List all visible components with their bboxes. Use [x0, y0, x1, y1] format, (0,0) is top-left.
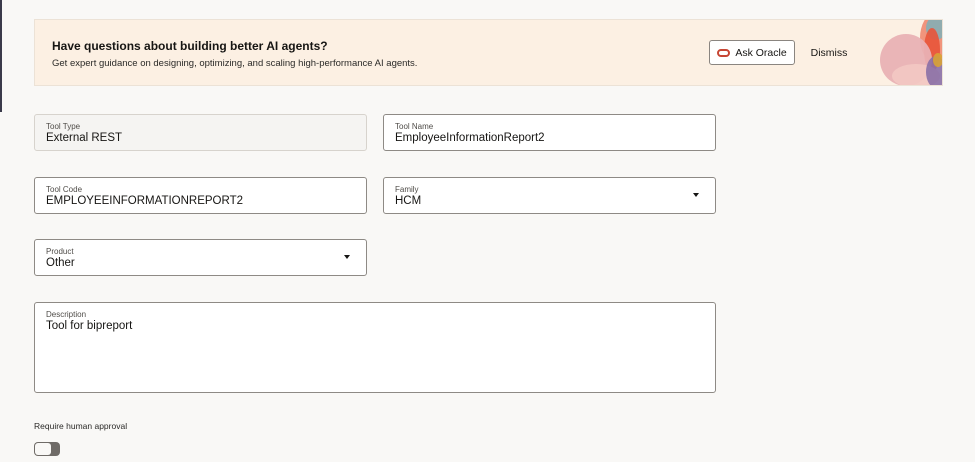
left-edge-divider	[0, 0, 2, 112]
decorative-flower-art	[876, 20, 942, 85]
tool-code-value: EMPLOYEEINFORMATIONREPORT2	[46, 195, 244, 207]
family-value: HCM	[395, 195, 422, 207]
tool-type-label: Tool Type	[46, 122, 81, 131]
description-textarea[interactable]: Description Tool for bipreport	[34, 302, 716, 393]
page: Have questions about building better AI …	[0, 0, 975, 462]
tool-name-label: Tool Name	[395, 122, 434, 131]
product-value: Other	[46, 257, 75, 269]
banner-subtitle: Get expert guidance on designing, optimi…	[52, 58, 418, 69]
product-label: Product	[46, 247, 74, 256]
description-label: Description	[46, 310, 87, 319]
chevron-down-icon[interactable]	[693, 193, 699, 197]
product-select[interactable]: Product Other	[34, 239, 367, 276]
family-select[interactable]: Family HCM	[383, 177, 716, 214]
family-label: Family	[395, 185, 419, 194]
tool-name-value: EmployeeInformationReport2	[395, 132, 545, 144]
description-value: Tool for bipreport	[46, 320, 133, 332]
oracle-logo-icon	[717, 48, 731, 57]
tool-code-input[interactable]: Tool Code EMPLOYEEINFORMATIONREPORT2	[34, 177, 367, 214]
require-approval-label: Require human approval	[34, 421, 128, 431]
tool-type-field: Tool Type External REST	[34, 114, 367, 151]
ask-oracle-label: Ask Oracle	[735, 46, 787, 59]
toggle-knob	[35, 443, 51, 455]
promo-banner: Have questions about building better AI …	[34, 19, 943, 86]
tool-code-label: Tool Code	[46, 185, 83, 194]
require-approval-toggle[interactable]	[34, 442, 60, 456]
ask-oracle-button[interactable]: Ask Oracle	[709, 40, 795, 65]
tool-name-input[interactable]: Tool Name EmployeeInformationReport2	[383, 114, 716, 151]
chevron-down-icon[interactable]	[344, 255, 350, 259]
dismiss-button[interactable]: Dismiss	[803, 40, 855, 65]
tool-type-value: External REST	[46, 132, 123, 144]
banner-title: Have questions about building better AI …	[52, 39, 328, 53]
